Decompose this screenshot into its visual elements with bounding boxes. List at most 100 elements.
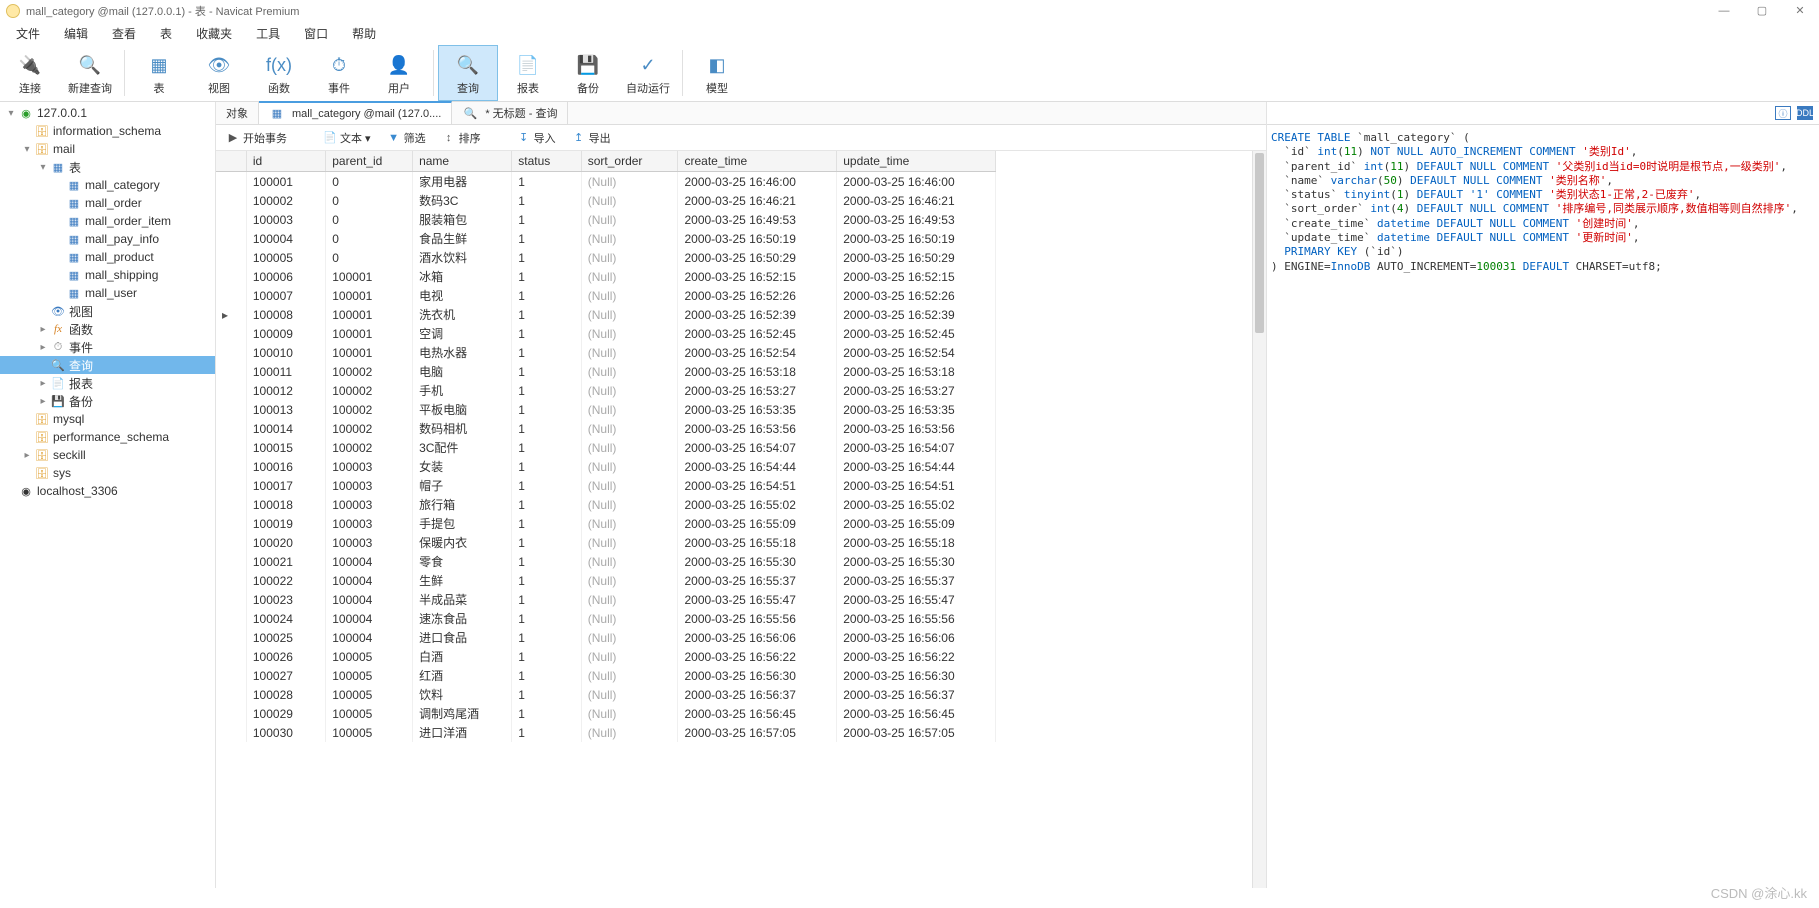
col-sort_order[interactable]: sort_order — [581, 151, 678, 172]
table-row[interactable]: 100024100004速冻食品1(Null)2000-03-25 16:55:… — [216, 609, 996, 628]
table-row[interactable]: 100021100004零食1(Null)2000-03-25 16:55:30… — [216, 552, 996, 571]
menu-收藏夹[interactable]: 收藏夹 — [186, 23, 242, 44]
tab-mall_category @mail (127.0....[interactable]: ▦mall_category @mail (127.0.... — [259, 101, 452, 124]
toolbar-表[interactable]: ▦表 — [129, 45, 189, 101]
tree-localhost_3306[interactable]: ◉localhost_3306 — [0, 482, 215, 500]
tab-对象[interactable]: 对象 — [216, 102, 259, 124]
tree-报表[interactable]: ▸📄报表 — [0, 374, 215, 392]
close-button[interactable]: ✕ — [1781, 0, 1819, 22]
row-selector[interactable] — [216, 229, 246, 248]
row-selector[interactable]: ▸ — [216, 305, 246, 324]
row-selector[interactable] — [216, 590, 246, 609]
table-row[interactable]: ▸100008100001洗衣机1(Null)2000-03-25 16:52:… — [216, 305, 996, 324]
table-row[interactable]: 100012100002手机1(Null)2000-03-25 16:53:27… — [216, 381, 996, 400]
row-selector[interactable] — [216, 723, 246, 742]
tree-mysql[interactable]: 🗄mysql — [0, 410, 215, 428]
row-selector[interactable] — [216, 628, 246, 647]
menu-工具[interactable]: 工具 — [246, 23, 290, 44]
table-row[interactable]: 100014100002数码相机1(Null)2000-03-25 16:53:… — [216, 419, 996, 438]
row-selector[interactable] — [216, 476, 246, 495]
menu-文件[interactable]: 文件 — [6, 23, 50, 44]
row-selector[interactable] — [216, 457, 246, 476]
row-selector[interactable] — [216, 495, 246, 514]
toolbar-自动运行[interactable]: ✓自动运行 — [618, 45, 678, 101]
row-selector[interactable] — [216, 210, 246, 229]
menu-帮助[interactable]: 帮助 — [342, 23, 386, 44]
row-selector[interactable] — [216, 552, 246, 571]
tree-mall_shipping[interactable]: ▦mall_shipping — [0, 266, 215, 284]
row-selector[interactable] — [216, 647, 246, 666]
table-row[interactable]: 1000030服装箱包1(Null)2000-03-25 16:49:53200… — [216, 210, 996, 229]
tree-mail[interactable]: ▾🗄mail — [0, 140, 215, 158]
toolbar-新建查询[interactable]: 🔍新建查询 — [60, 45, 120, 101]
tab-* 无标题 - 查询[interactable]: 🔍* 无标题 - 查询 — [452, 102, 568, 124]
tree-事件[interactable]: ▸⏱事件 — [0, 338, 215, 356]
row-selector[interactable] — [216, 419, 246, 438]
row-selector[interactable] — [216, 172, 246, 192]
row-selector[interactable] — [216, 286, 246, 305]
table-row[interactable]: 100006100001冰箱1(Null)2000-03-25 16:52:15… — [216, 267, 996, 286]
row-selector[interactable] — [216, 704, 246, 723]
row-selector[interactable] — [216, 685, 246, 704]
subbar-导入[interactable]: ↧导入 — [513, 128, 560, 148]
toolbar-函数[interactable]: f(x)函数 — [249, 45, 309, 101]
row-selector[interactable] — [216, 343, 246, 362]
tree-表[interactable]: ▾▦表 — [0, 158, 215, 176]
tree-mall_pay_info[interactable]: ▦mall_pay_info — [0, 230, 215, 248]
toolbar-事件[interactable]: ⏱事件 — [309, 45, 369, 101]
row-selector[interactable] — [216, 533, 246, 552]
table-row[interactable]: 100011100002电脑1(Null)2000-03-25 16:53:18… — [216, 362, 996, 381]
tree-mall_order[interactable]: ▦mall_order — [0, 194, 215, 212]
row-selector[interactable] — [216, 609, 246, 628]
maximize-button[interactable]: ▢ — [1743, 0, 1781, 22]
col-create_time[interactable]: create_time — [678, 151, 837, 172]
expand-icon[interactable]: ▸ — [20, 450, 34, 461]
table-row[interactable]: 1000010家用电器1(Null)2000-03-25 16:46:00200… — [216, 172, 996, 192]
col-update_time[interactable]: update_time — [837, 151, 996, 172]
toolbar-用户[interactable]: 👤用户 — [369, 45, 429, 101]
tree-mall_product[interactable]: ▦mall_product — [0, 248, 215, 266]
toolbar-连接[interactable]: 🔌连接 — [0, 45, 60, 101]
expand-icon[interactable]: ▾ — [20, 144, 34, 155]
menu-编辑[interactable]: 编辑 — [54, 23, 98, 44]
table-row[interactable]: 100016100003女装1(Null)2000-03-25 16:54:44… — [216, 457, 996, 476]
table-row[interactable]: 100013100002平板电脑1(Null)2000-03-25 16:53:… — [216, 400, 996, 419]
expand-icon[interactable]: ▸ — [36, 396, 50, 407]
subbar-导出[interactable]: ↥导出 — [568, 128, 615, 148]
table-row[interactable]: 100026100005白酒1(Null)2000-03-25 16:56:22… — [216, 647, 996, 666]
data-grid[interactable]: idparent_idnamestatussort_ordercreate_ti… — [216, 151, 1266, 888]
table-row[interactable]: 100022100004生鲜1(Null)2000-03-25 16:55:37… — [216, 571, 996, 590]
tree-mall_user[interactable]: ▦mall_user — [0, 284, 215, 302]
tree-查询[interactable]: 🔍查询 — [0, 356, 215, 374]
table-row[interactable]: 1000020数码3C1(Null)2000-03-25 16:46:21200… — [216, 191, 996, 210]
col-status[interactable]: status — [512, 151, 581, 172]
col-name[interactable]: name — [413, 151, 512, 172]
row-selector[interactable] — [216, 191, 246, 210]
row-selector[interactable] — [216, 400, 246, 419]
table-row[interactable]: 1000050酒水饮料1(Null)2000-03-25 16:50:29200… — [216, 248, 996, 267]
expand-icon[interactable]: ▸ — [36, 342, 50, 353]
row-selector[interactable] — [216, 324, 246, 343]
vertical-scrollbar[interactable] — [1252, 151, 1266, 888]
ddl-text[interactable]: CREATE TABLE `mall_category` ( `id` int(… — [1267, 125, 1819, 280]
tree-函数[interactable]: ▸fx函数 — [0, 320, 215, 338]
col-id[interactable]: id — [246, 151, 325, 172]
row-selector[interactable] — [216, 438, 246, 457]
row-selector[interactable] — [216, 514, 246, 533]
expand-icon[interactable]: ▸ — [36, 324, 50, 335]
table-row[interactable]: 100019100003手提包1(Null)2000-03-25 16:55:0… — [216, 514, 996, 533]
expand-icon[interactable]: ▸ — [36, 378, 50, 389]
subbar-排序[interactable]: ↕排序 — [438, 128, 485, 148]
table-row[interactable]: 1000040食品生鲜1(Null)2000-03-25 16:50:19200… — [216, 229, 996, 248]
row-selector[interactable] — [216, 381, 246, 400]
subbar-开始事务[interactable]: ▶开始事务 — [222, 128, 291, 148]
minimize-button[interactable]: — — [1705, 0, 1743, 22]
info-icon[interactable]: ⓘ — [1775, 106, 1791, 120]
tree-127.0.0.1[interactable]: ▾◉127.0.0.1 — [0, 104, 215, 122]
table-row[interactable]: 100018100003旅行箱1(Null)2000-03-25 16:55:0… — [216, 495, 996, 514]
row-selector[interactable] — [216, 666, 246, 685]
toolbar-视图[interactable]: 👁视图 — [189, 45, 249, 101]
tree-performance_schema[interactable]: 🗄performance_schema — [0, 428, 215, 446]
table-row[interactable]: 100020100003保暖内衣1(Null)2000-03-25 16:55:… — [216, 533, 996, 552]
tree-视图[interactable]: 👁视图 — [0, 302, 215, 320]
